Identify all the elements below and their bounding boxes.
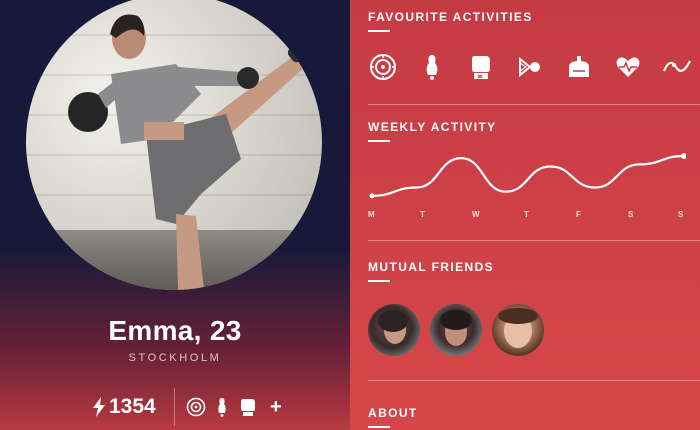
friend-avatar-2[interactable] bbox=[430, 304, 482, 356]
weekly-activity-chart: MTWTFSS bbox=[368, 150, 687, 226]
profile-name: Emma, 23 bbox=[108, 315, 242, 346]
title-underline bbox=[368, 280, 390, 282]
title-underline bbox=[368, 140, 390, 142]
boxing-glove-icon bbox=[238, 396, 258, 418]
day-label: F bbox=[576, 210, 581, 219]
section-divider bbox=[368, 240, 700, 241]
kickboxer-figure bbox=[68, 14, 315, 290]
more-activities-button[interactable]: + bbox=[270, 396, 282, 418]
bowling-icon[interactable] bbox=[417, 52, 447, 82]
profile-panel: Emma, 23 STOCKHOLM 1354 + bbox=[0, 0, 350, 430]
title-underline bbox=[368, 30, 390, 32]
stats-divider bbox=[174, 388, 175, 426]
weekly-activity-line bbox=[369, 153, 687, 199]
bowling-icon bbox=[212, 396, 232, 418]
day-label: T bbox=[524, 210, 529, 219]
day-label: T bbox=[420, 210, 425, 219]
day-label: S bbox=[678, 210, 684, 219]
rollercoaster-icon[interactable] bbox=[662, 52, 692, 82]
activity-point bbox=[681, 153, 687, 159]
friend-avatar-3[interactable] bbox=[492, 304, 544, 356]
mutual-friends-title: MUTUAL FRIENDS bbox=[368, 260, 495, 274]
mutual-friends-list bbox=[368, 304, 544, 356]
score-value: 1354 bbox=[109, 395, 156, 418]
friend-avatar-1[interactable] bbox=[368, 304, 420, 356]
profile-photo[interactable] bbox=[26, 0, 322, 290]
activity-line bbox=[371, 154, 685, 197]
day-label: M bbox=[368, 210, 375, 219]
heart-rate-icon[interactable] bbox=[613, 52, 643, 82]
day-label: W bbox=[472, 210, 480, 219]
section-divider bbox=[368, 380, 700, 381]
profile-stats: 1354 + bbox=[0, 388, 350, 428]
activity-point bbox=[369, 193, 375, 199]
weekly-activity-title: WEEKLY ACTIVITY bbox=[368, 120, 497, 134]
favourite-activities-title: FAVOURITE ACTIVITIES bbox=[368, 10, 533, 24]
day-label: S bbox=[628, 210, 634, 219]
favourite-activities-list bbox=[368, 52, 692, 82]
badminton-icon[interactable] bbox=[515, 52, 545, 82]
title-underline bbox=[368, 426, 390, 428]
boxing-glove-icon[interactable] bbox=[466, 52, 496, 82]
details-panel: FAVOURITE ACTIVITIES WEEKLY ACTIVITY M T W… bbox=[350, 0, 700, 430]
bike-wheel-icon bbox=[186, 396, 206, 418]
section-divider bbox=[368, 104, 700, 105]
profile-city: STOCKHOLM bbox=[128, 352, 222, 364]
about-title: ABOUT bbox=[368, 406, 418, 420]
bike-wheel-icon[interactable] bbox=[368, 52, 398, 82]
weight-scale-icon[interactable] bbox=[564, 52, 594, 82]
mini-activity-icons[interactable]: + bbox=[186, 396, 282, 418]
score-counter: 1354 bbox=[92, 395, 156, 419]
lightning-icon bbox=[93, 397, 105, 417]
